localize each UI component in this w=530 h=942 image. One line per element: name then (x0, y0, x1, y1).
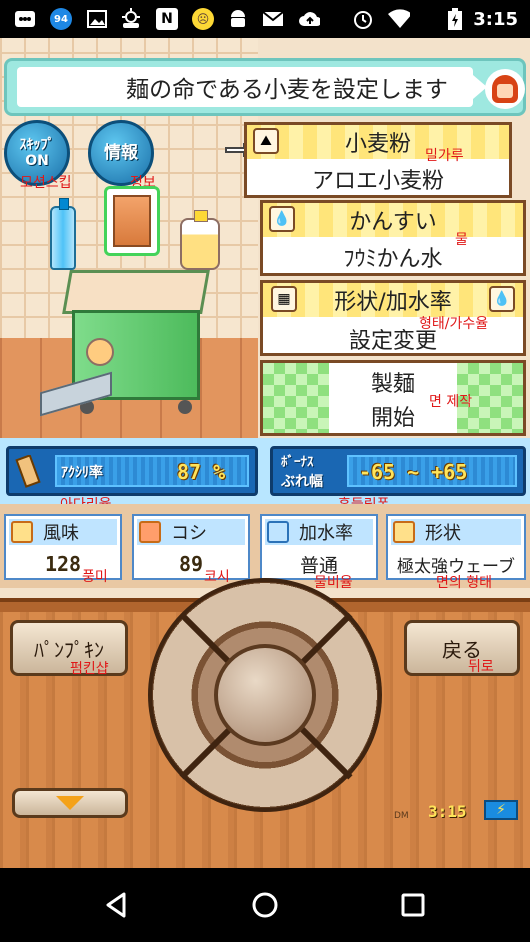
start-korean-label: 면 제작 (429, 394, 473, 410)
skip-label: ｽｷｯﾌﾟ (19, 137, 55, 153)
wifi-icon (388, 8, 410, 30)
navigation-bar (0, 868, 530, 942)
shape-korean-label: 면의 형태 (436, 575, 492, 591)
water-ratio-icon (267, 521, 289, 543)
dpad-center-button[interactable] (214, 644, 316, 746)
kansui-title: かんすい (263, 203, 523, 237)
bonus-label-bottom: ぶれ幅 (281, 474, 323, 490)
kansui-setting-panel[interactable]: かんすい 💧 ﾌｳﾐかん水 물 (260, 200, 526, 276)
status-time: 3:15 (473, 9, 518, 30)
pumpkin-korean-label: 펌킨샵 (70, 661, 109, 677)
start-line2: 開始 (370, 406, 415, 431)
recents-square-icon[interactable] (400, 892, 426, 918)
stat-shape-label: 形状 (425, 523, 461, 544)
mail-icon (262, 8, 284, 30)
aku-rate-bar: ｱｸｼﾘ率 87 % (6, 446, 258, 496)
shape-setting-panel[interactable]: 形状/加水率 ▦ 💧 設定変更 형태/가수율 (260, 280, 526, 356)
shape-icon (393, 521, 415, 543)
bonus-label-top: ﾎﾞｰﾅｽ (281, 455, 314, 470)
back-triangle-icon[interactable] (104, 892, 130, 918)
aku-rate-label: ｱｸｼﾘ率 (61, 465, 103, 481)
kansui-korean-label: 물 (455, 232, 468, 248)
bonus-range-bar: ﾎﾞｰﾅｽ ぶれ幅 -65 ~ +65 (270, 446, 526, 496)
pencil-icon (13, 454, 47, 493)
status-bar: 94 N ☹ 3:15 (0, 0, 530, 38)
koshi-korean-label: 코시 (204, 569, 230, 585)
flour-title: 小麦粉 (247, 125, 509, 159)
shape-cube-icon: ▦ (271, 286, 297, 312)
selected-flour-slot (104, 186, 160, 256)
pumpkin-shop-button[interactable]: ﾊﾟﾝﾌﾟｷﾝ (10, 620, 128, 676)
menu-icon (14, 8, 36, 30)
flavor-icon (11, 521, 33, 543)
scroll-down-button[interactable] (12, 788, 128, 818)
stat-flavor-label: 風味 (43, 523, 79, 544)
stat-shape: 形状 極太強ウェーブ (386, 514, 526, 580)
home-circle-icon[interactable] (252, 892, 278, 918)
banner-message: 麺の命である小麦を設定します (17, 67, 473, 107)
dm-label: DM (394, 811, 409, 821)
water-ratio-korean-label: 물비율 (314, 575, 353, 591)
emoji-face-icon: ☹ (192, 8, 214, 30)
aku-rate-value: 87 % (177, 460, 226, 484)
water-bottle-icon (50, 198, 76, 270)
badge-94-icon: 94 (50, 8, 72, 30)
flour-korean-label: 밀가루 (425, 148, 464, 164)
start-making-button[interactable]: 製麺 開始 면 제작 (260, 360, 526, 436)
flour-bag-icon (113, 195, 151, 247)
flour-setting-panel[interactable]: 小麦粉 ⛰ アロエ小麦粉 밀가루 (244, 122, 512, 198)
weather-icon (120, 8, 142, 30)
koshi-icon (139, 521, 161, 543)
kansui-value: ﾌｳﾐかん水 (343, 247, 443, 272)
bonus-range-value: -65 ~ +65 (359, 460, 468, 484)
android-icon (227, 8, 249, 30)
flavor-korean-label: 풍미 (82, 569, 108, 585)
stat-water-ratio: 加水率 普通 (260, 514, 378, 580)
shape-drop-icon: 💧 (489, 286, 515, 312)
image-icon (86, 8, 108, 30)
chef-avatar (485, 69, 525, 109)
back-korean-label: 뒤로 (468, 659, 494, 675)
ingame-clock: 3:15 (428, 802, 467, 821)
info-label: 情報 (104, 143, 138, 163)
cloud-upload-icon (298, 8, 320, 30)
down-arrow-icon (56, 796, 84, 810)
stat-koshi-value: 89 (178, 552, 204, 576)
n-app-icon: N (156, 8, 178, 30)
kansui-jug-icon (180, 210, 220, 270)
stat-koshi: コシ 89 (132, 514, 250, 580)
back-button[interactable]: 戻る (404, 620, 520, 676)
alarm-icon (352, 8, 374, 30)
skip-korean-label: 모션스킵 (20, 175, 72, 191)
flour-icon: ⛰ (253, 128, 279, 154)
message-banner: 麺の命である小麦を設定します (4, 58, 526, 116)
battery-bolt-icon: ⚡ (484, 800, 518, 820)
skip-state: ON (25, 153, 49, 169)
flour-value: アロエ小麦粉 (311, 169, 444, 194)
stat-koshi-label: コシ (171, 523, 207, 544)
stat-flavor-value: 128 (44, 552, 82, 576)
stat-water-label: 加水率 (299, 523, 353, 544)
battery-charging-icon (444, 8, 466, 30)
shape-korean-label: 형태/가수율 (419, 316, 489, 332)
shape-title: 形状/加水率 (263, 283, 523, 317)
start-line1: 製麺 (370, 372, 415, 397)
water-drop-icon: 💧 (269, 206, 295, 232)
